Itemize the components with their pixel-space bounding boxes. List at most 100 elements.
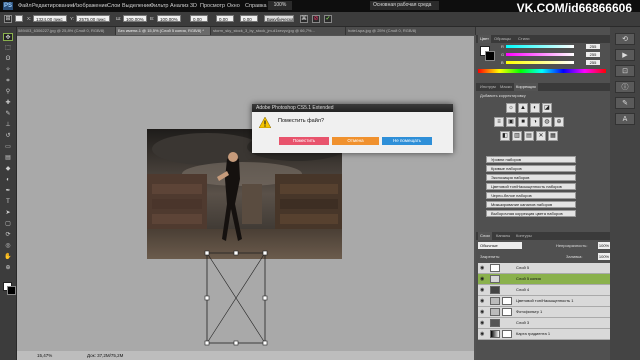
transform-tool-icon[interactable]: ⊞ [4,15,12,23]
color-spectrum-bar[interactable] [478,69,606,73]
channel-r-value[interactable]: 255 [586,44,600,49]
actions-panel-icon[interactable]: ▶ [615,49,635,61]
visibility-eye-icon[interactable]: ◉ [480,265,486,271]
history-panel-icon[interactable]: ⟲ [615,33,635,45]
info-panel-icon[interactable]: ⓘ [615,81,635,93]
menu-window[interactable]: Окно [227,2,240,10]
zoom-tool-icon[interactable]: ⊕ [3,264,13,272]
channel-g-slider[interactable] [506,53,574,56]
photo-filter-icon[interactable]: ◍ [542,117,552,127]
type-tool-icon[interactable]: T [3,198,13,206]
layer-row[interactable]: ◉ Цветовой тон/Насыщенность 1 [478,296,610,307]
layer-row[interactable]: ◉ Слой 5 [478,263,610,274]
selective-color-icon[interactable]: ▦ [548,131,558,141]
tab-swatches[interactable]: Образцы [492,35,513,43]
channel-mixer-icon[interactable]: ⊕ [554,117,564,127]
posterize-icon[interactable]: ▥ [512,131,522,141]
tab-color[interactable]: Цвет [478,35,491,43]
transform-bounding-box[interactable] [17,36,474,351]
reference-point-icon[interactable] [15,15,23,22]
tab-document-2[interactable]: Без имени-1 @ 15,5% (Слой 5 копия, RGB/8… [116,27,211,35]
tab-document-1[interactable]: 589403_6306227.jpg @ 25,8% (Слой 0, RGB/… [16,27,116,35]
brush-tool-icon[interactable]: ✎ [3,110,13,118]
preset-hue-saturation[interactable]: Цветовой тон/Насыщенность наборов [486,183,576,190]
tab-document-4[interactable]: hotel-spa.jpg @ 25% (Слой 0, RGB/8) [346,27,476,35]
menu-help[interactable]: Справка [245,2,267,10]
eyedropper-tool-icon[interactable]: ⚲ [3,88,13,96]
gradient-map-icon[interactable]: ✕ [536,131,546,141]
workspace-switcher[interactable]: Основная рабочая среда [370,1,439,10]
layer-row[interactable]: ◉ Слой 4 [478,285,610,296]
menu-file[interactable]: Файл [18,2,32,10]
menu-view[interactable]: Просмотр [200,2,225,10]
place-button[interactable]: Поместить [279,137,329,145]
layer-row-selected[interactable]: ◉ Слой 5 копия [478,274,610,285]
visibility-eye-icon[interactable]: ◉ [480,331,486,337]
curves-icon[interactable]: ◐ [530,103,540,113]
layer-row[interactable]: ◉ Слой 3 [478,318,610,329]
menu-select[interactable]: Выделение [122,2,151,10]
hue-saturation-icon[interactable]: ▣ [506,117,516,127]
visibility-eye-icon[interactable]: ◉ [480,276,486,282]
menu-analysis[interactable]: Анализ [170,2,189,10]
tab-tool-presets[interactable]: Инструм [478,83,498,91]
zoom-level-dropdown[interactable]: 100% [268,1,292,10]
tab-adjustments[interactable]: Коррекция [514,83,538,91]
background-color-swatch[interactable] [485,51,495,61]
blur-tool-icon[interactable]: ◆ [3,165,13,173]
vibrance-icon[interactable]: ≡ [494,117,504,127]
canvas-area[interactable] [17,36,474,351]
path-select-tool-icon[interactable]: ➤ [3,209,13,217]
channel-b-value[interactable]: 255 [586,60,600,65]
cancel-transform-icon[interactable]: ⊘ [312,15,320,23]
lasso-tool-icon[interactable]: ʘ [3,55,13,63]
blend-mode-select[interactable]: Обычные [478,242,522,249]
tab-styles[interactable]: Стили [516,35,532,43]
character-panel-icon[interactable]: A [615,113,635,125]
hskew-field[interactable]: 0,00 [216,15,234,22]
layer-row[interactable]: ◉ Карта градиента 1 [478,329,610,340]
status-zoom[interactable]: 15,47% [37,352,52,359]
interpolation-select[interactable]: Бикубическая [264,15,294,22]
brightness-icon[interactable]: ☼ [506,103,516,113]
hand-tool-icon[interactable]: ✋ [3,253,13,261]
y-field[interactable]: 2575,00 пикс [76,15,110,22]
levels-icon[interactable]: ▲ [518,103,528,113]
color-balance-icon[interactable]: ■ [518,117,528,127]
warp-mode-icon[interactable]: ⌘ [300,15,308,23]
menu-edit[interactable]: Редактирование [32,2,74,10]
channel-g-value[interactable]: 255 [586,52,600,57]
crop-tool-icon[interactable]: ⌗ [3,77,13,85]
channel-r-slider[interactable] [506,45,574,48]
commit-transform-icon[interactable]: ✓ [324,15,332,23]
vskew-field[interactable]: 0,00 [240,15,258,22]
move-tool-icon[interactable]: ✥ [3,33,13,41]
menu-filter[interactable]: Фильтр [150,2,168,10]
channel-b-slider[interactable] [506,61,574,64]
tab-channels[interactable]: Каналы [494,232,512,240]
opacity-field[interactable]: 100% [598,242,610,249]
x-field[interactable]: 1324,00 пикс [33,15,67,22]
height-field[interactable]: 100,00% [157,15,181,22]
history-brush-tool-icon[interactable]: ↺ [3,132,13,140]
exposure-icon[interactable]: ◪ [542,103,552,113]
marquee-tool-icon[interactable]: ⬚ [3,44,13,52]
preset-exposure[interactable]: Экспозиция наборов [486,174,576,181]
menu-3d[interactable]: 3D [190,2,197,10]
layer-row[interactable]: ◉ Фотофильтр 1 [478,307,610,318]
3d-rotate-tool-icon[interactable]: ⟳ [3,231,13,239]
menu-image[interactable]: Изображение [73,2,108,10]
brush-panel-icon[interactable]: ✎ [615,97,635,109]
preset-levels[interactable]: Уровни наборов [486,156,576,163]
tab-masks[interactable]: Маски [498,83,514,91]
dodge-tool-icon[interactable]: ◐ [3,176,13,184]
tab-document-3[interactable]: storm_sky_stock_3_by_stock_jm-d1xevyv.jp… [211,27,346,35]
healing-tool-icon[interactable]: ✚ [3,99,13,107]
visibility-eye-icon[interactable]: ◉ [480,320,486,326]
preset-channel-mixer[interactable]: Микширование каналов наборов [486,201,576,208]
angle-field[interactable]: 0,00 [190,15,208,22]
shape-tool-icon[interactable]: ▢ [3,220,13,228]
black-white-icon[interactable]: ◑ [530,117,540,127]
fill-field[interactable]: 100% [598,253,610,260]
3d-orbit-tool-icon[interactable]: ◎ [3,242,13,250]
